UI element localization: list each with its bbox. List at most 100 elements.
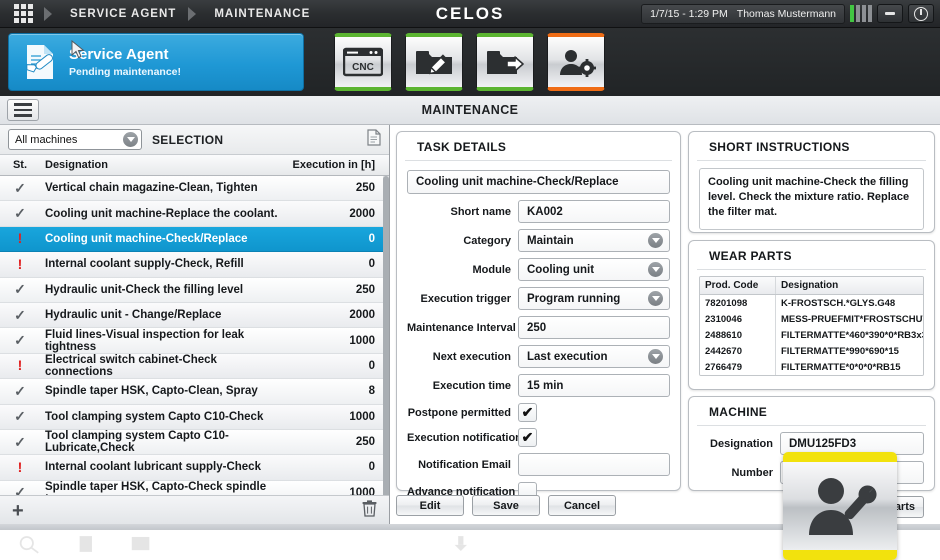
- edit-button[interactable]: Edit: [396, 495, 464, 516]
- row-execution-hours: 2000: [349, 207, 375, 220]
- service-agent-tile[interactable]: Service Agent Pending maintenance!: [8, 33, 304, 91]
- form-row: Short name KA002: [407, 200, 670, 223]
- table-row[interactable]: ! Electrical switch cabinet-Check connect…: [0, 353, 389, 380]
- table-row[interactable]: ✓ Spindle taper HSK, Capto-Clean, Spray 8: [0, 379, 389, 405]
- minimize-button[interactable]: [877, 4, 903, 23]
- table-row[interactable]: ✓ Spindle taper HSK, Capto-Check spindle …: [0, 480, 389, 495]
- row-execution-hours: 0: [368, 461, 375, 474]
- checkbox[interactable]: ✔: [518, 403, 537, 422]
- status-alert-icon: !: [17, 255, 23, 272]
- status-ok-icon: ✓: [14, 408, 26, 425]
- breadcrumb-service-agent[interactable]: SERVICE AGENT: [70, 8, 176, 20]
- row-execution-hours: 8: [368, 385, 375, 398]
- dropdown-field[interactable]: Last execution: [518, 345, 670, 368]
- list-scrollbar-thumb[interactable]: [383, 176, 389, 495]
- wear-parts-row[interactable]: 2766479 FILTERMATTE*0*0*0*RB15: [700, 359, 923, 375]
- table-row[interactable]: ✓ Vertical chain magazine-Clean, Tighten 2…: [0, 176, 389, 202]
- service-agent-subtitle: Pending maintenance!: [69, 66, 182, 78]
- cnc-button[interactable]: CNC: [334, 33, 392, 91]
- table-row[interactable]: ✓ Cooling unit machine-Replace the coolan…: [0, 201, 389, 227]
- report-document-icon[interactable]: [367, 128, 381, 151]
- status-alert-icon: !: [17, 357, 23, 374]
- dropdown-field[interactable]: Maintain: [518, 229, 670, 252]
- machine-field-label: Designation: [710, 437, 773, 450]
- status-ok-icon: ✓: [14, 433, 26, 450]
- field-label: Module: [472, 263, 512, 276]
- user-status-pill[interactable]: 1/7/15 - 1:29 PM Thomas Mustermann: [641, 3, 845, 24]
- wear-part-code: 2488610: [700, 327, 776, 343]
- selection-toolbar: All machines SELECTION: [0, 125, 389, 154]
- table-row[interactable]: ✓ Hydraulic unit - Change/Replace 2000: [0, 302, 389, 329]
- column-wear-designation: Designation: [781, 280, 839, 291]
- program-edit-button[interactable]: [405, 33, 463, 91]
- column-status: St.: [12, 159, 28, 171]
- wear-parts-row[interactable]: 2310046 MESS-PRUEFMIT*FROSTSCHUTZ G48: [700, 311, 923, 327]
- text-field[interactable]: 250: [518, 316, 670, 339]
- form-row: Execution trigger Program running: [407, 287, 670, 310]
- row-execution-hours: 2000: [349, 309, 375, 322]
- wear-parts-rows: 78201098 K-FROSTSCH.*GLYS.G48 2310046 MESS-…: [700, 295, 923, 375]
- save-button[interactable]: Save: [472, 495, 540, 516]
- wear-parts-row[interactable]: 2488610 FILTERMATTE*460*390*0*RB3x3: [700, 327, 923, 343]
- table-row[interactable]: ✓ Hydraulic unit-Check the filling level 2…: [0, 277, 389, 303]
- top-bar-right: 1/7/15 - 1:29 PM Thomas Mustermann: [641, 3, 940, 24]
- text-field[interactable]: KA002: [518, 200, 670, 223]
- text-field[interactable]: 15 min: [518, 374, 670, 397]
- short-instructions-text: Cooling unit machine-Check the filling l…: [699, 168, 924, 230]
- wear-parts-row[interactable]: 2442670 FILTERMATTE*990*690*15: [700, 343, 923, 359]
- row-designation: Electrical switch cabinet-Check connecti…: [45, 353, 217, 378]
- chevron-down-icon: [123, 132, 138, 147]
- chevron-down-icon[interactable]: [648, 349, 663, 364]
- cancel-button[interactable]: Cancel: [548, 495, 616, 516]
- mouse-cursor: [71, 40, 85, 59]
- status-ok-icon: ✓: [14, 332, 26, 349]
- row-designation: Tool clamping system Capto C10-Check: [45, 410, 264, 423]
- field-label: Execution notification: [407, 431, 522, 444]
- table-row[interactable]: ✓ Tool clamping system Capto C10-Lubricat…: [0, 429, 389, 456]
- chevron-down-icon[interactable]: [648, 291, 663, 306]
- selection-footer: +: [0, 495, 389, 525]
- table-row[interactable]: ! Internal coolant supply-Check, Refill 0: [0, 252, 389, 278]
- table-row[interactable]: ! Cooling unit machine-Check/Replace 0: [0, 226, 389, 253]
- table-row[interactable]: ✓ Tool clamping system Capto C10-Check 100…: [0, 404, 389, 430]
- field-value: Last execution: [527, 350, 608, 363]
- machine-filter-dropdown[interactable]: All machines: [8, 129, 142, 150]
- add-task-button[interactable]: +: [12, 501, 24, 521]
- chevron-down-icon[interactable]: [648, 233, 663, 248]
- row-execution-hours: 0: [368, 258, 375, 271]
- table-row[interactable]: ! Internal coolant lubricant supply-Check…: [0, 455, 389, 481]
- wear-parts-row[interactable]: 78201098 K-FROSTSCH.*GLYS.G48: [700, 295, 923, 311]
- status-ok-icon: ✓: [14, 484, 26, 495]
- magnifier-ghost-icon: [19, 536, 39, 554]
- trash-icon[interactable]: [362, 499, 377, 522]
- list-scrollbar[interactable]: [383, 176, 389, 495]
- wear-part-designation: K-FROSTSCH.*GLYS.G48: [781, 297, 896, 309]
- program-transfer-button[interactable]: [476, 33, 534, 91]
- table-row[interactable]: ✓ Fluid lines-Visual inspection for leak …: [0, 328, 389, 354]
- service-agent-overlay-button[interactable]: [783, 452, 897, 560]
- apps-grid-icon[interactable]: [8, 3, 38, 25]
- machine-filter-value: All machines: [15, 133, 78, 146]
- task-name-field[interactable]: Cooling unit machine-Check/Replace: [407, 170, 670, 194]
- power-button[interactable]: [908, 4, 934, 23]
- chevron-down-icon[interactable]: [648, 262, 663, 277]
- text-field[interactable]: [518, 453, 670, 476]
- row-execution-hours: 250: [355, 283, 375, 296]
- machine-field-label: Number: [731, 466, 773, 479]
- dropdown-field[interactable]: Program running: [518, 287, 670, 310]
- page-title: MAINTENANCE: [421, 103, 519, 117]
- task-fields: Short name KA002 Category Maintain Module Coo…: [397, 200, 680, 501]
- service-agent-button[interactable]: [547, 33, 605, 91]
- status-ok-icon: ✓: [14, 281, 26, 298]
- background-taskbar: [0, 528, 470, 560]
- row-designation: Cooling unit machine-Check/Replace: [45, 232, 248, 245]
- field-value: Program running: [527, 292, 621, 305]
- row-execution-hours: 1000: [349, 334, 375, 347]
- breadcrumb-maintenance[interactable]: MAINTENANCE: [214, 8, 310, 20]
- window-ghost-icon: [132, 536, 150, 551]
- checkbox[interactable]: ✔: [518, 428, 537, 447]
- task-details-title: TASK DETAILS: [405, 132, 672, 161]
- column-prod-code: Prod. Code: [700, 277, 776, 294]
- dropdown-field[interactable]: Cooling unit: [518, 258, 670, 281]
- selection-panel: All machines SELECTION St. Designation E…: [0, 125, 390, 525]
